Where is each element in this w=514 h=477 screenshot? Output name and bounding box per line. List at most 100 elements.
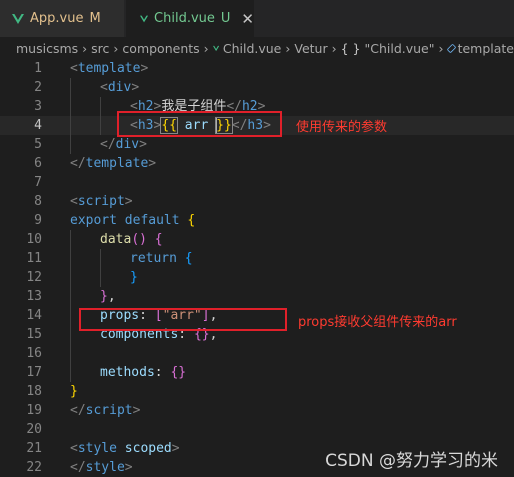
code-text: <template>: [70, 61, 149, 76]
code-line: 18 }: [0, 382, 514, 401]
code-text: export default {: [70, 213, 196, 228]
keyword: export: [70, 213, 117, 228]
indent-guide: [70, 287, 71, 306]
line-number: 5: [34, 137, 42, 152]
tab-app-vue[interactable]: App.vue M: [0, 0, 124, 37]
tab-label: Child.vue: [154, 11, 215, 26]
indent-guide: [70, 363, 71, 382]
breadcrumb: musicsms › src › components › Child.vue …: [0, 37, 514, 59]
line-number: 6: [34, 156, 42, 171]
indent-guide: [70, 344, 71, 363]
code-text: </div>: [100, 137, 147, 152]
indent-guide: [70, 306, 71, 325]
breadcrumb-item-child-vue[interactable]: Child.vue: [223, 41, 282, 56]
code-editor[interactable]: 1 <template> 2 <div> 3 <h2>我是子组件</h2> 4 …: [0, 59, 514, 477]
code-line: 1 <template>: [0, 59, 514, 78]
code-text: return {: [130, 251, 193, 266]
annotation-label-props: props接收父组件传来的arr: [298, 315, 457, 330]
indent-guide: [70, 268, 71, 287]
code-text: <div>: [100, 80, 140, 95]
breadcrumb-item-src[interactable]: src: [91, 41, 109, 56]
indent-guide: [70, 78, 71, 97]
code-line: 9 export default {: [0, 211, 514, 230]
breadcrumb-item-template[interactable]: template: [458, 41, 514, 56]
chevron-right-icon: ›: [203, 40, 209, 56]
code-text: data() {: [100, 232, 163, 247]
line-number: 12: [26, 270, 42, 285]
line-number: 11: [26, 251, 42, 266]
breadcrumb-item-components[interactable]: components: [122, 41, 199, 56]
vue-file-icon: [212, 45, 219, 51]
code-text: },: [100, 289, 116, 304]
line-number: 3: [34, 99, 42, 114]
code-line: 10 data() {: [0, 230, 514, 249]
line-number: 7: [34, 175, 42, 190]
code-line: 12 }: [0, 268, 514, 287]
indent-guide: [100, 116, 101, 135]
breadcrumb-item-musicsms[interactable]: musicsms: [16, 41, 78, 56]
tag-name: template: [85, 156, 149, 171]
line-number: 19: [26, 403, 42, 418]
code-line: 6 </template>: [0, 154, 514, 173]
code-text: </style>: [70, 460, 133, 475]
code-line: 20: [0, 420, 514, 439]
code-line: 8 <script>: [0, 192, 514, 211]
code-line: 7: [0, 173, 514, 192]
vue-file-icon: [12, 13, 24, 24]
breadcrumb-item-vetur[interactable]: Vetur: [294, 41, 327, 56]
code-line: 11 return {: [0, 249, 514, 268]
tag-name: style: [85, 460, 125, 475]
code-text: methods: {}: [100, 365, 187, 380]
code-text: }: [130, 270, 138, 285]
annotation-label-usage: 使用传来的参数: [296, 120, 388, 135]
line-number: 21: [26, 441, 42, 456]
property-key: methods: [100, 365, 155, 380]
tag-name: div: [107, 80, 132, 95]
line-number: 9: [34, 213, 42, 228]
keyword: default: [124, 213, 180, 228]
tag-name: script: [77, 194, 125, 209]
code-line: 13 },: [0, 287, 514, 306]
chevron-right-icon: ›: [113, 40, 119, 56]
indent-guide: [70, 230, 71, 249]
chevron-right-icon: ›: [285, 40, 291, 56]
indent-guide: [70, 325, 71, 344]
tag-name: div: [115, 137, 140, 152]
keyword: return: [130, 251, 177, 266]
code-line: 5 </div>: [0, 135, 514, 154]
line-number: 14: [26, 308, 42, 323]
line-number: 18: [26, 384, 42, 399]
breadcrumb-item-child-vue-symbol[interactable]: "Child.vue": [364, 41, 434, 56]
indent-guide: [100, 268, 101, 287]
line-number: 1: [34, 61, 42, 76]
code-line: 17 methods: {}: [0, 363, 514, 382]
indent-guide: [70, 97, 71, 116]
line-number: 16: [26, 346, 42, 361]
tag-name: style: [77, 441, 117, 456]
indent-guide: [70, 249, 71, 268]
code-text: <script>: [70, 194, 133, 209]
tag-name: script: [85, 403, 133, 418]
vue-file-icon: [140, 15, 149, 22]
tab-label: App.vue: [30, 11, 84, 26]
attribute-name: scoped: [124, 441, 172, 456]
tab-bar: App.vue M Child.vue U ✕: [0, 0, 514, 37]
cube-icon: [446, 43, 456, 53]
indent-guide: [70, 116, 71, 135]
chevron-right-icon: ›: [82, 40, 88, 56]
close-icon[interactable]: ✕: [241, 10, 254, 28]
tab-untracked-badge: U: [220, 11, 231, 26]
watermark: CSDN @努力学习的米: [325, 451, 498, 471]
tab-child-vue[interactable]: Child.vue U ✕: [126, 0, 254, 37]
tag-name: template: [77, 61, 141, 76]
line-number: 10: [26, 232, 42, 247]
line-number: 20: [26, 422, 42, 437]
code-line: 2 <div>: [0, 78, 514, 97]
line-number: 15: [26, 327, 42, 342]
indent-guide: [70, 135, 71, 154]
chevron-right-icon: ›: [331, 40, 337, 56]
line-number: 17: [26, 365, 42, 380]
code-text: <style scoped>: [70, 441, 180, 456]
indent-guide: [100, 97, 101, 116]
tab-modified-badge: M: [89, 11, 101, 26]
